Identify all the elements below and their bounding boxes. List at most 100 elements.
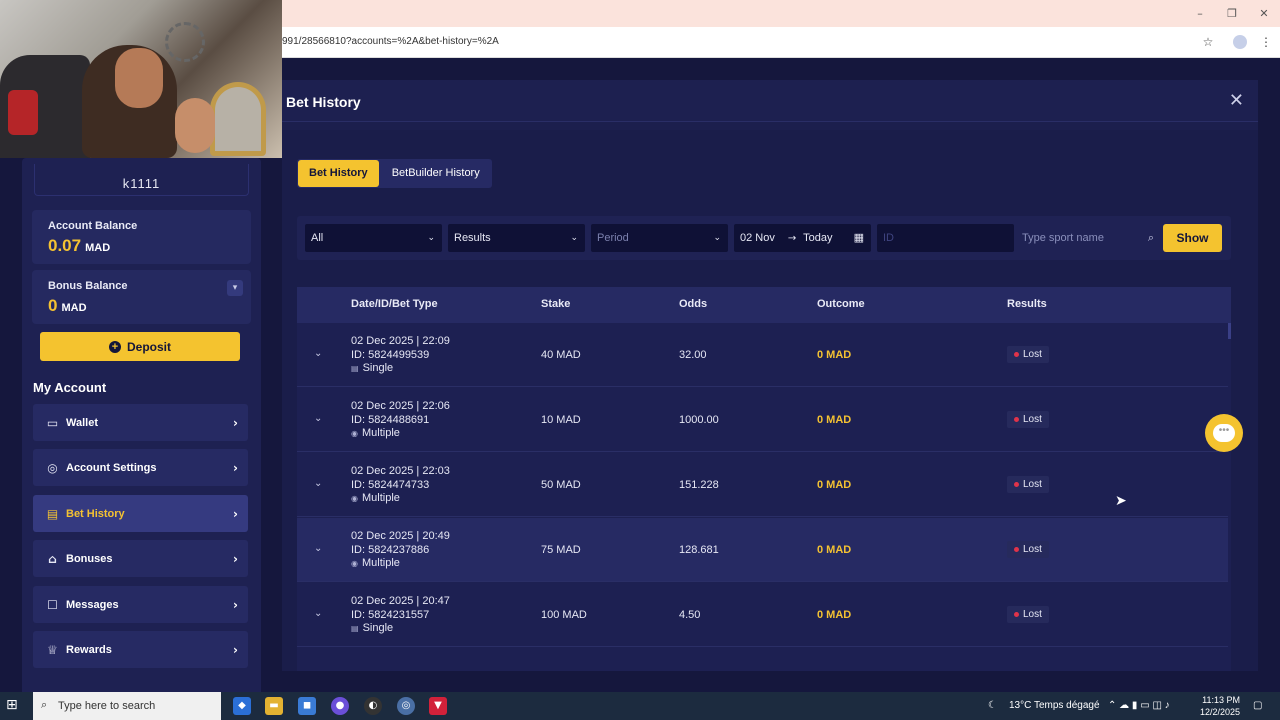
outcome: 0 MAD — [817, 479, 852, 491]
live-chat-button[interactable]: ••• — [1205, 414, 1243, 452]
bet-history-modal: Bet History ✕ Bet History BetBuilder His… — [282, 80, 1258, 671]
odds: 1000.00 — [679, 414, 719, 426]
account-balance-card: Account Balance 0.07 MAD — [32, 210, 251, 264]
url-field[interactable]: 991/28566810?accounts=%2A&bet-history=%2… — [282, 36, 499, 47]
bet-meta: 02 Dec 2025 | 20:49 ID: 5824237886 ◉ Mult… — [351, 530, 450, 569]
restore-button[interactable]: ❐ — [1216, 0, 1248, 27]
close-icon[interactable]: ✕ — [1229, 90, 1244, 111]
notification-icon[interactable]: ▢ — [1253, 692, 1262, 720]
bet-type-select[interactable]: All ⌄ — [305, 224, 442, 252]
clock[interactable]: 11:13 PM 12/2/2025 — [1200, 694, 1240, 718]
bookmark-star-icon[interactable]: ☆ — [1200, 34, 1216, 50]
sidebar-item-wallet[interactable]: ▭ Wallet › — [33, 404, 248, 441]
table-row[interactable]: ⌄ 02 Dec 2025 | 22:03 ID: 5824474733 ◉ Mu… — [297, 453, 1228, 517]
chrome-icon[interactable]: ◎ — [397, 697, 415, 715]
chevron-down-icon[interactable]: ⌄ — [314, 543, 322, 554]
date-range-picker[interactable]: 02 Nov → Today ▦ — [734, 224, 871, 252]
calendar-icon: ▦ — [853, 231, 864, 244]
stake: 50 MAD — [541, 479, 581, 491]
table-header: Date/ID/Bet Type Stake Odds Outcome Resu… — [297, 287, 1231, 323]
tray-icons[interactable]: ⌃ ☁ ▮ ▭ ◫ ♪ — [1108, 692, 1170, 720]
weather-icon[interactable]: ☾ — [988, 692, 997, 720]
history-tabs: Bet History BetBuilder History — [297, 159, 492, 188]
stake: 75 MAD — [541, 544, 581, 556]
single-bet-icon: ▤ — [351, 624, 359, 633]
table-row[interactable]: ⌄ 02 Dec 2025 | 22:09 ID: 5824499539 ▤ Si… — [297, 323, 1228, 387]
id-input[interactable]: ID — [877, 224, 1014, 252]
windows-start-icon[interactable]: ⊞ — [6, 697, 18, 713]
modal-title: Bet History — [286, 94, 361, 110]
sidebar-item-account-settings[interactable]: ◎ Account Settings › — [33, 449, 248, 486]
taskbar-search[interactable]: ⌕ Type here to search — [33, 692, 221, 720]
filter-bar: All ⌄ Results ⌄ Period ⌄ 02 Nov → Today ▦ I… — [297, 216, 1231, 260]
table-row[interactable]: ⌄ 02 Dec 2025 | 22:06 ID: 5824488691 ◉ Mu… — [297, 388, 1228, 452]
odds: 32.00 — [679, 349, 707, 361]
chevron-down-icon: ⌄ — [570, 233, 578, 243]
col-odds: Odds — [679, 298, 708, 310]
window-close-button[interactable]: ✕ — [1248, 0, 1280, 27]
streamer-face — [115, 48, 163, 108]
search-icon: ⌕ — [41, 698, 48, 711]
bet-history-table: Date/ID/Bet Type Stake Odds Outcome Resu… — [297, 287, 1231, 671]
show-button[interactable]: Show — [1163, 224, 1222, 252]
deposit-button[interactable]: + Deposit — [40, 332, 240, 361]
mouse-cursor-icon: ➤ — [1115, 493, 1127, 509]
webcam-overlay — [0, 0, 282, 158]
chevron-down-icon[interactable]: ▾ — [227, 280, 243, 296]
weather-text[interactable]: 13°C Temps dégagé — [1009, 692, 1100, 720]
bonus-balance-value: 0 MAD — [48, 296, 87, 315]
chevron-down-icon[interactable]: ⌄ — [314, 413, 322, 424]
multiple-bet-icon: ◉ — [351, 559, 358, 568]
chevron-down-icon[interactable]: ⌄ — [314, 608, 322, 619]
period-select[interactable]: Period ⌄ — [591, 224, 728, 252]
chevron-down-icon[interactable]: ⌄ — [314, 348, 322, 359]
bet-meta: 02 Dec 2025 | 20:47 ID: 5824231557 ▤ Sing… — [351, 595, 450, 634]
table-scrollbar[interactable] — [1228, 323, 1231, 339]
wall-mirror — [210, 82, 266, 156]
multiple-bet-icon: ◉ — [351, 429, 358, 438]
col-stake: Stake — [541, 298, 571, 310]
gift-icon: ⌂ — [48, 551, 57, 566]
sport-search-input[interactable]: Type sport name ⌕ — [1022, 224, 1162, 252]
browser-menu-icon[interactable]: ⋮ — [1258, 34, 1274, 50]
obs-icon[interactable]: ◐ — [364, 697, 382, 715]
sidebar-item-rewards[interactable]: ♕ Rewards › — [33, 631, 248, 668]
arrow-right-icon: → — [787, 233, 797, 244]
bonus-balance-card: Bonus Balance ▾ 0 MAD — [32, 270, 251, 324]
col-results: Results — [1007, 298, 1047, 310]
status-badge: Lost — [1007, 411, 1049, 428]
tab-bet-history[interactable]: Bet History — [298, 160, 379, 187]
odds: 4.50 — [679, 609, 701, 621]
store-icon[interactable]: ◼ — [298, 697, 316, 715]
copilot-icon[interactable]: ◆ — [233, 697, 251, 715]
wall-decoration — [165, 22, 205, 62]
results-select[interactable]: Results ⌄ — [448, 224, 585, 252]
sidebar-item-bonuses[interactable]: ⌂ Bonuses › — [33, 540, 248, 577]
sidebar-item-messages[interactable]: ☐ Messages › — [33, 586, 248, 623]
my-account-heading: My Account — [33, 380, 107, 395]
status-badge: Lost — [1007, 476, 1049, 493]
odds: 151.228 — [679, 479, 719, 491]
plus-icon: + — [108, 340, 121, 353]
windows-taskbar: ⊞ ⌕ Type here to search ◆ ▬ ◼ ● ◐ ◎ ▼ ☾ … — [0, 692, 1280, 720]
col-outcome: Outcome — [817, 298, 865, 310]
messenger-icon[interactable]: ● — [331, 697, 349, 715]
table-row[interactable]: ⌄ 02 Dec 2025 | 20:47 ID: 5824231557 ▤ Si… — [297, 583, 1228, 647]
chair-accent — [8, 90, 38, 135]
chevron-down-icon: ⌄ — [427, 233, 435, 243]
file-explorer-icon[interactable]: ▬ — [265, 697, 283, 715]
minimize-button[interactable]: – — [1184, 0, 1216, 27]
receipt-icon: ▤ — [46, 506, 59, 521]
app-icon[interactable]: ▼ — [429, 697, 447, 715]
profile-avatar-icon[interactable] — [1233, 35, 1247, 49]
chevron-down-icon[interactable]: ⌄ — [314, 478, 322, 489]
outcome: 0 MAD — [817, 414, 852, 426]
sidebar-item-bet-history[interactable]: ▤ Bet History › — [33, 495, 248, 532]
table-row[interactable]: ⌄ 02 Dec 2025 | 20:49 ID: 5824237886 ◉ Mu… — [297, 518, 1228, 582]
chevron-right-icon: › — [233, 642, 238, 657]
username: k1111 — [34, 164, 249, 196]
chevron-right-icon: › — [233, 597, 238, 612]
user-icon: ◎ — [47, 460, 58, 475]
tab-betbuilder-history[interactable]: BetBuilder History — [381, 160, 491, 187]
outcome: 0 MAD — [817, 544, 852, 556]
